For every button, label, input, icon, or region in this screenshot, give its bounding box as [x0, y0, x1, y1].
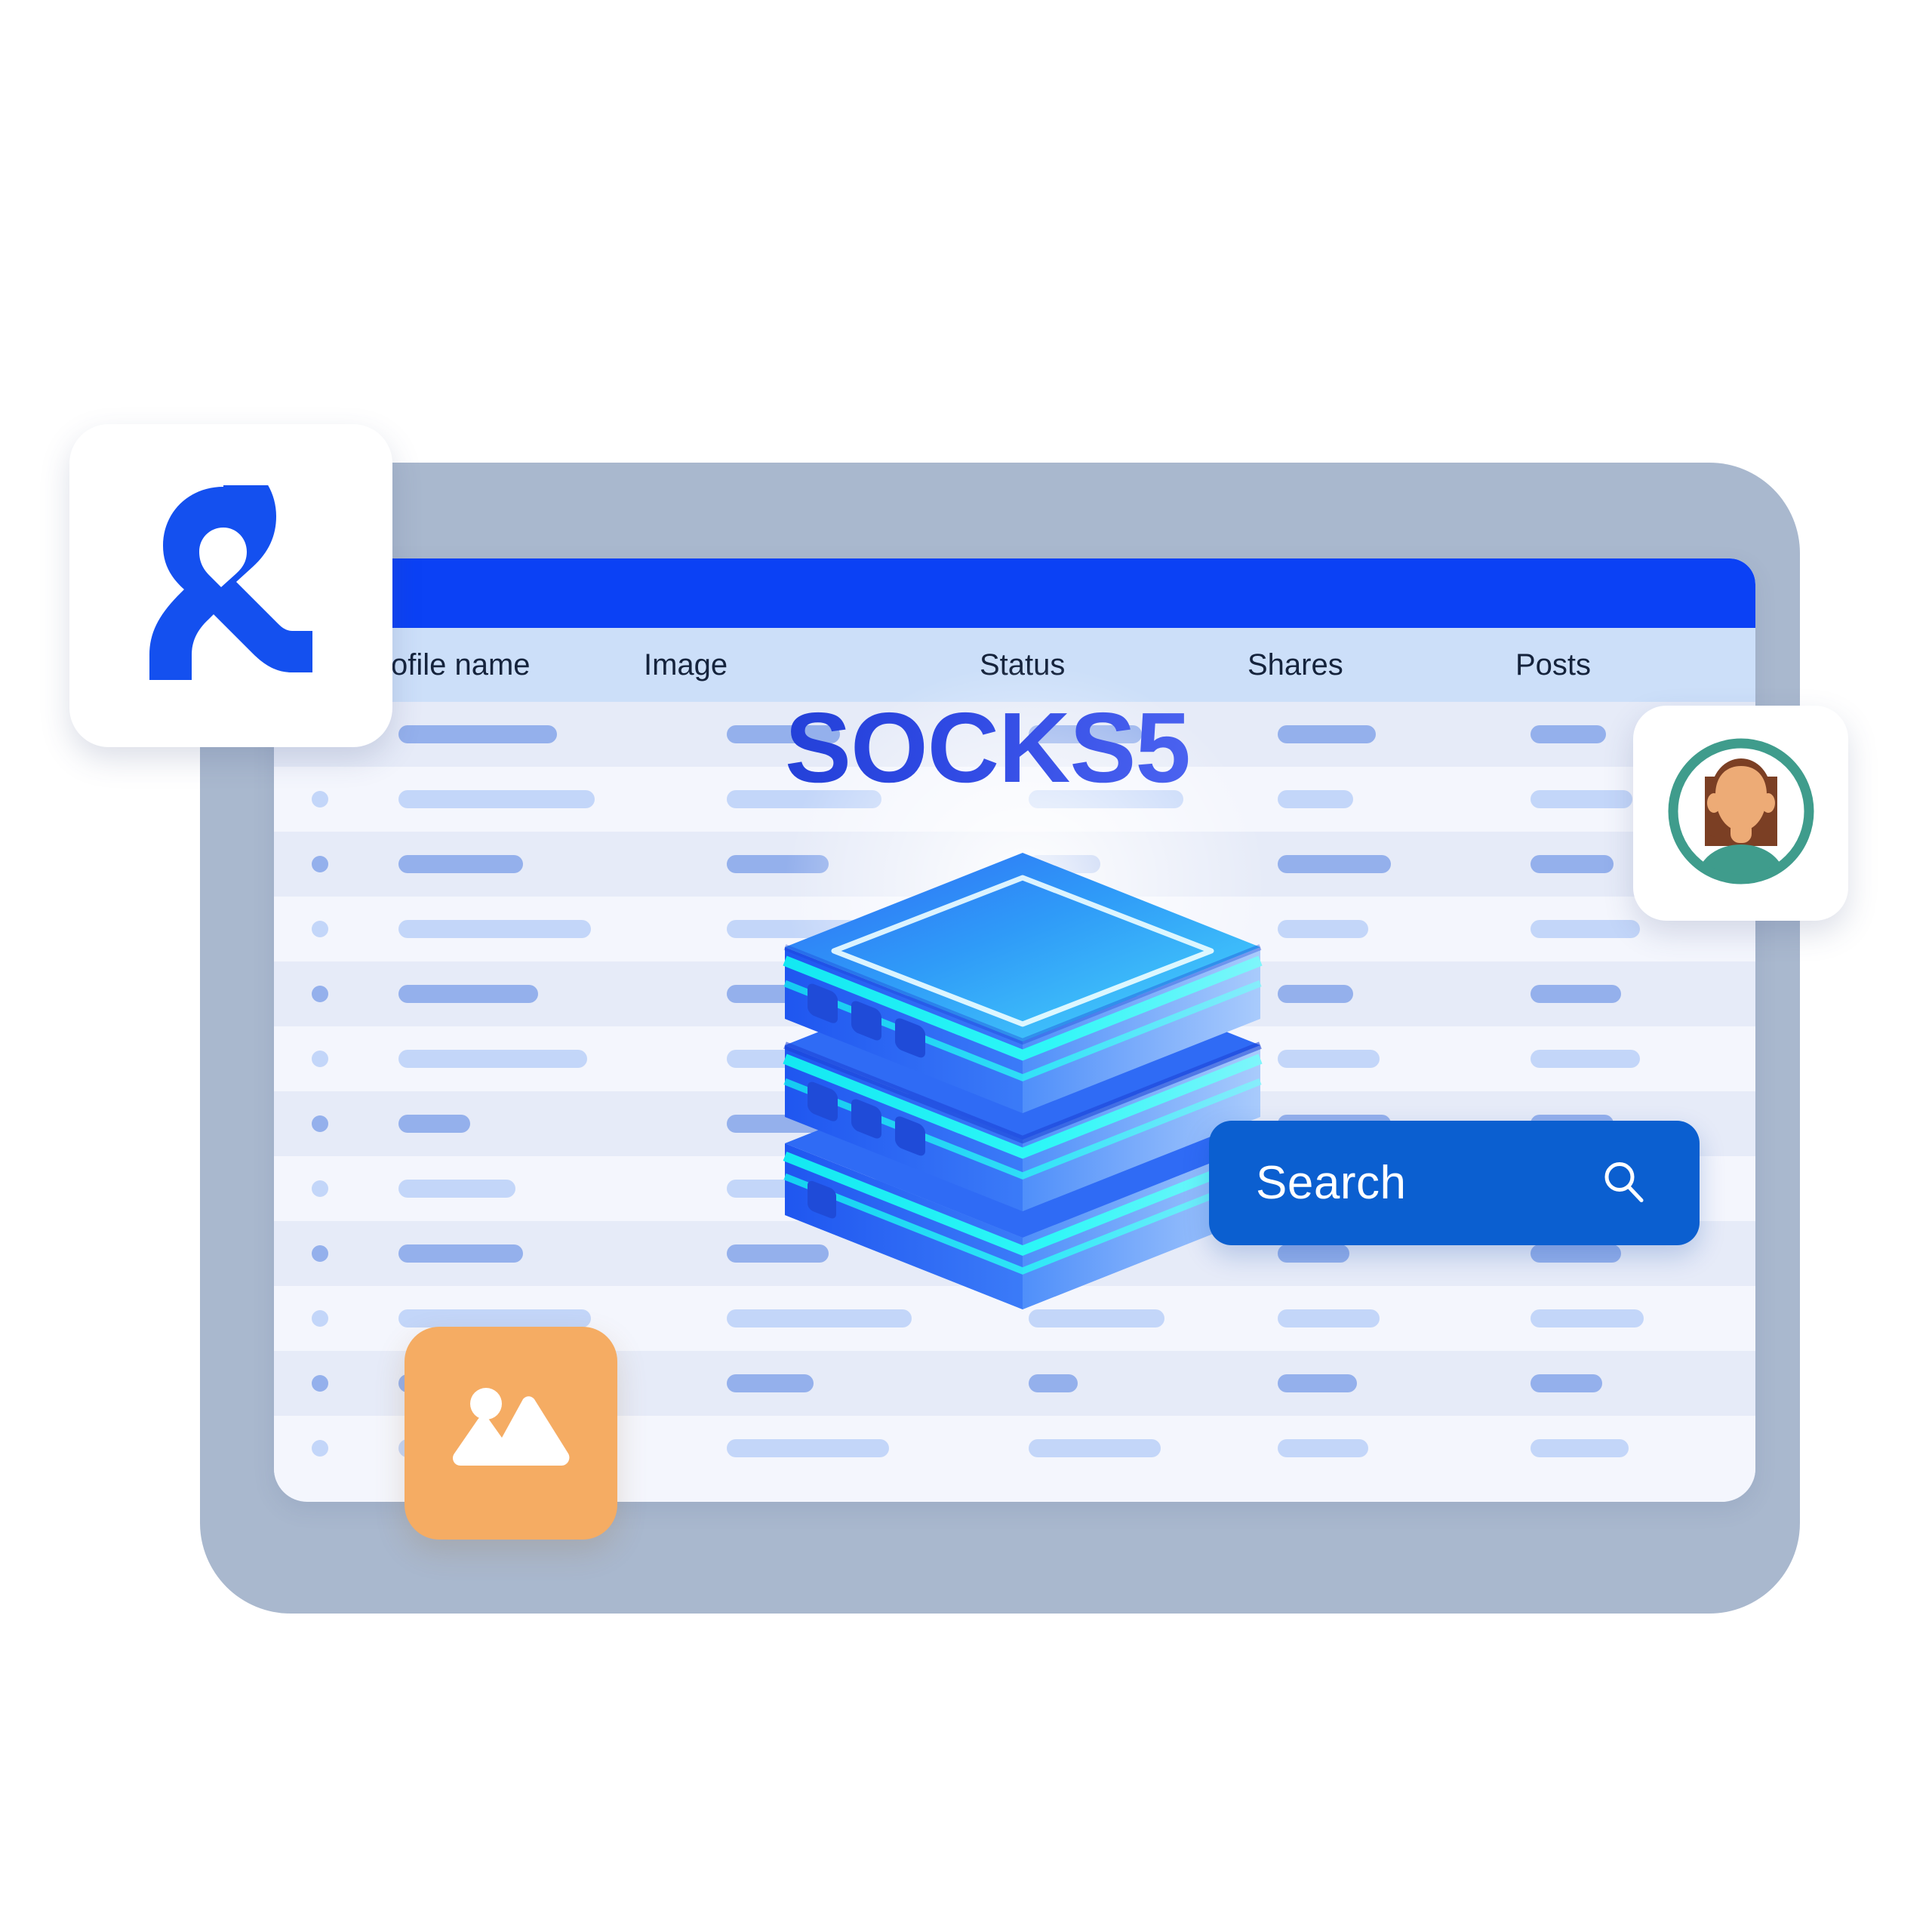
- row-placeholder-bar: [727, 1439, 889, 1457]
- magnifier-icon: [1600, 1158, 1647, 1208]
- row-placeholder-bar: [1278, 725, 1376, 743]
- row-placeholder-bar: [1278, 985, 1353, 1003]
- row-bullet-dot: [312, 856, 328, 872]
- row-placeholder-bar: [398, 1115, 470, 1133]
- user-avatar-badge[interactable]: [1633, 706, 1848, 921]
- row-placeholder-bar: [1278, 790, 1353, 808]
- ampersand-logo-icon: [134, 457, 328, 687]
- row-placeholder-bar: [1278, 1244, 1349, 1263]
- image-picture-icon: [451, 1383, 571, 1484]
- row-bullet-dot: [312, 1375, 328, 1392]
- row-placeholder-bar: [1278, 1439, 1368, 1457]
- row-bullet-dot: [312, 1310, 328, 1327]
- column-header-posts[interactable]: Posts: [1515, 648, 1591, 682]
- server-database-stack-icon: [777, 819, 1268, 1317]
- row-placeholder-bar: [1531, 790, 1632, 808]
- column-header-image[interactable]: Image: [644, 648, 728, 682]
- column-header-profile-name[interactable]: ofile name: [391, 648, 531, 682]
- row-placeholder-bar: [1531, 1050, 1640, 1068]
- row-placeholder-bar: [1531, 1244, 1621, 1263]
- row-placeholder-bar: [1531, 1374, 1602, 1392]
- row-placeholder-bar: [1531, 1439, 1629, 1457]
- row-placeholder-bar: [1278, 1374, 1357, 1392]
- socks5-headline: SOCKS5: [785, 692, 1191, 803]
- row-placeholder-bar: [398, 985, 538, 1003]
- image-thumbnail-badge[interactable]: [405, 1327, 617, 1540]
- row-bullet-dot: [312, 921, 328, 937]
- row-placeholder-bar: [398, 1309, 591, 1327]
- row-placeholder-bar: [398, 1180, 515, 1198]
- row-placeholder-bar: [1531, 855, 1614, 873]
- row-placeholder-bar: [1278, 855, 1391, 873]
- row-placeholder-bar: [398, 1050, 587, 1068]
- row-placeholder-bar: [398, 1244, 523, 1263]
- user-avatar-icon: [1661, 731, 1821, 895]
- row-placeholder-bar: [1278, 1309, 1380, 1327]
- row-placeholder-bar: [1531, 985, 1621, 1003]
- row-placeholder-bar: [1531, 1309, 1644, 1327]
- brand-logo-badge[interactable]: [69, 424, 392, 747]
- row-placeholder-bar: [727, 1374, 814, 1392]
- search-button-label: Search: [1256, 1157, 1407, 1209]
- row-bullet-dot: [312, 1180, 328, 1197]
- row-placeholder-bar: [398, 725, 557, 743]
- row-placeholder-bar: [398, 920, 591, 938]
- row-placeholder-bar: [1278, 1050, 1380, 1068]
- row-placeholder-bar: [1278, 920, 1368, 938]
- row-placeholder-bar: [398, 855, 523, 873]
- row-bullet-dot: [312, 791, 328, 808]
- row-placeholder-bar: [1029, 1374, 1078, 1392]
- illustration-canvas: ofile name Image Status Shares Posts SOC…: [0, 0, 1932, 1932]
- row-bullet-dot: [312, 1245, 328, 1262]
- row-bullet-dot: [312, 1051, 328, 1067]
- row-placeholder-bar: [1531, 920, 1640, 938]
- search-button[interactable]: Search: [1209, 1121, 1700, 1245]
- row-placeholder-bar: [1029, 1439, 1161, 1457]
- row-placeholder-bar: [398, 790, 595, 808]
- row-bullet-dot: [312, 1440, 328, 1457]
- row-bullet-dot: [312, 986, 328, 1002]
- row-bullet-dot: [312, 1115, 328, 1132]
- window-titlebar: [274, 558, 1755, 628]
- row-placeholder-bar: [1531, 725, 1606, 743]
